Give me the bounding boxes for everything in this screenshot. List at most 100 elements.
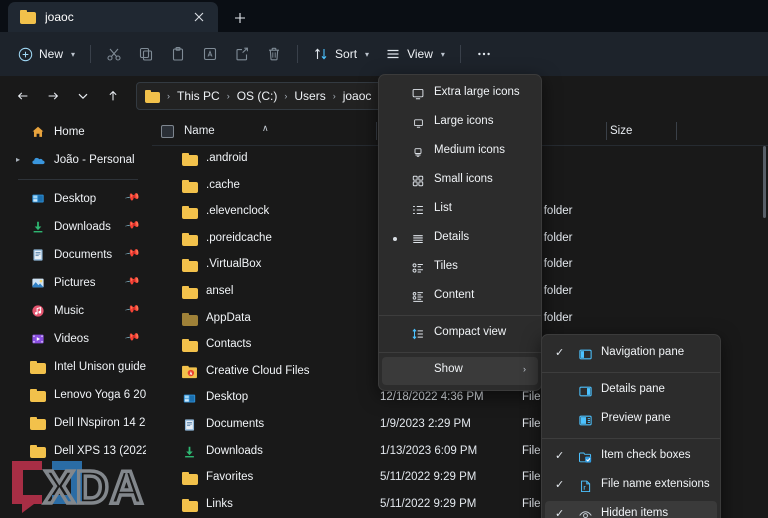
menu-item-tiles[interactable]: Tiles xyxy=(382,254,538,282)
chevron-right-icon: › xyxy=(523,364,526,374)
column-divider[interactable] xyxy=(606,122,607,140)
rename-icon xyxy=(202,46,218,62)
command-bar: New ▾ xyxy=(0,32,768,76)
new-button[interactable]: New ▾ xyxy=(10,39,83,69)
pin-icon[interactable]: 📌 xyxy=(124,217,141,233)
column-header-name[interactable]: Name xyxy=(184,125,215,137)
menu-divider xyxy=(542,372,720,373)
menu-item-compact-view[interactable]: Compact view xyxy=(382,320,538,348)
select-all-checkbox[interactable] xyxy=(161,125,174,138)
sidebar-item-label: Documents xyxy=(54,249,112,261)
paste-button[interactable] xyxy=(162,39,194,69)
sidebar-item-label: Dell XPS 13 (2022) xyxy=(54,445,146,457)
column-divider[interactable] xyxy=(376,122,377,140)
menu-item-preview-pane[interactable]: Preview pane xyxy=(545,406,717,434)
sidebar-item-pictures[interactable]: Pictures 📌 xyxy=(6,269,146,297)
file-date: 1/13/2023 6:09 PM xyxy=(380,445,477,457)
pin-icon[interactable]: 📌 xyxy=(124,301,141,317)
menu-item-list[interactable]: List xyxy=(382,196,538,224)
breadcrumb-item-users[interactable]: Users xyxy=(294,89,325,103)
tab-label: joaoc xyxy=(45,10,188,24)
menu-item-file-name-extensions[interactable]: ✓ File name extensions xyxy=(545,472,717,500)
menu-item-hidden-items[interactable]: ✓ Hidden items xyxy=(545,501,717,518)
delete-button[interactable] xyxy=(258,39,290,69)
show-submenu: ✓ Navigation pane Details pane Preview p… xyxy=(541,334,721,518)
pin-icon[interactable]: 📌 xyxy=(124,189,141,205)
creative-cloud-icon xyxy=(182,365,198,380)
pictures-icon xyxy=(30,275,46,291)
music-icon xyxy=(30,303,46,319)
sort-button[interactable]: Sort ▾ xyxy=(305,39,377,69)
sidebar-item-dell-xps-13-2022[interactable]: Dell XPS 13 (2022) xyxy=(6,437,146,465)
folder-icon xyxy=(30,443,46,459)
pin-icon[interactable]: 📌 xyxy=(124,329,141,345)
sidebar-item-downloads[interactable]: Downloads 📌 xyxy=(6,213,146,241)
menu-item-content[interactable]: Content xyxy=(382,283,538,311)
selected-dot-icon xyxy=(393,237,397,241)
small-icons-icon xyxy=(410,173,426,189)
check-icon: ✓ xyxy=(555,478,564,491)
file-date: 5/11/2022 9:29 PM xyxy=(380,498,476,510)
sidebar-item-music[interactable]: Music 📌 xyxy=(6,297,146,325)
menu-item-label: Large icons xyxy=(434,115,493,127)
sidebar-item-intel-unison-guide[interactable]: Intel Unison guide xyxy=(6,353,146,381)
tiles-icon xyxy=(410,260,426,276)
trash-icon xyxy=(266,46,282,62)
menu-item-details-pane[interactable]: Details pane xyxy=(545,377,717,405)
file-name: .cache xyxy=(206,179,240,191)
tab-joaoc[interactable]: joaoc xyxy=(8,2,218,32)
chevron-down-icon: ▾ xyxy=(71,50,75,59)
sidebar-item-dell-inspiron-14-2-i[interactable]: Dell INspiron 14 2-i xyxy=(6,409,146,437)
breadcrumb-item-os-c[interactable]: OS (C:) xyxy=(237,89,278,103)
forward-button[interactable] xyxy=(38,81,68,111)
menu-item-label: Hidden items xyxy=(601,507,668,518)
sidebar-item-desktop[interactable]: Desktop 📌 xyxy=(6,185,146,213)
breadcrumb-item-this-pc[interactable]: This PC xyxy=(177,89,220,103)
share-icon xyxy=(234,46,250,62)
sidebar-item-videos[interactable]: Videos 📌 xyxy=(6,325,146,353)
more-options-button[interactable] xyxy=(468,39,500,69)
sidebar-item-lenovo-yoga-6-2022[interactable]: Lenovo Yoga 6 2022 xyxy=(6,381,146,409)
menu-item-medium-icons[interactable]: Medium icons xyxy=(382,138,538,166)
menu-divider xyxy=(542,438,720,439)
share-button[interactable] xyxy=(226,39,258,69)
column-divider[interactable] xyxy=(676,122,677,140)
vertical-scrollbar[interactable] xyxy=(763,146,766,218)
ellipsis-icon xyxy=(476,46,492,62)
file-name: Creative Cloud Files xyxy=(206,365,310,377)
desktop-icon xyxy=(182,391,198,406)
folder-icon xyxy=(30,415,46,431)
menu-item-label: Details pane xyxy=(601,383,665,395)
pin-icon[interactable]: 📌 xyxy=(124,245,141,261)
sidebar-item-label: Music xyxy=(54,305,84,317)
breadcrumb[interactable]: › This PC › OS (C:) › Users › joaoc xyxy=(136,82,382,110)
sidebar-divider xyxy=(18,179,138,180)
breadcrumb-separator: › xyxy=(333,91,336,101)
back-button[interactable] xyxy=(8,81,38,111)
sidebar-item-onedrive-personal[interactable]: ▸ João - Personal xyxy=(6,146,146,174)
menu-item-item-check-boxes[interactable]: ✓ Item check boxes xyxy=(545,443,717,471)
menu-item-extra-large-icons[interactable]: Extra large icons xyxy=(382,80,538,108)
details-icon xyxy=(410,231,426,247)
column-header-size[interactable]: Size xyxy=(610,125,632,137)
new-tab-button[interactable] xyxy=(226,4,254,32)
sidebar-item-home[interactable]: Home xyxy=(6,118,146,146)
pin-icon[interactable]: 📌 xyxy=(124,273,141,289)
menu-item-details[interactable]: Details xyxy=(382,225,538,253)
menu-item-show[interactable]: Show › xyxy=(382,357,538,385)
up-button[interactable] xyxy=(98,81,128,111)
menu-item-large-icons[interactable]: Large icons xyxy=(382,109,538,137)
breadcrumb-item-joaoc[interactable]: joaoc xyxy=(343,89,372,103)
recent-locations-button[interactable] xyxy=(68,81,98,111)
menu-item-label: Tiles xyxy=(434,260,458,272)
view-button[interactable]: View ▾ xyxy=(377,39,453,69)
copy-button[interactable] xyxy=(130,39,162,69)
menu-item-small-icons[interactable]: Small icons xyxy=(382,167,538,195)
cut-button[interactable] xyxy=(98,39,130,69)
menu-item-navigation-pane[interactable]: ✓ Navigation pane xyxy=(545,340,717,368)
folder-icon xyxy=(30,359,46,375)
rename-button[interactable] xyxy=(194,39,226,69)
chevron-right-icon[interactable]: ▸ xyxy=(16,155,20,164)
sidebar-item-documents[interactable]: Documents 📌 xyxy=(6,241,146,269)
close-icon[interactable] xyxy=(188,6,210,28)
